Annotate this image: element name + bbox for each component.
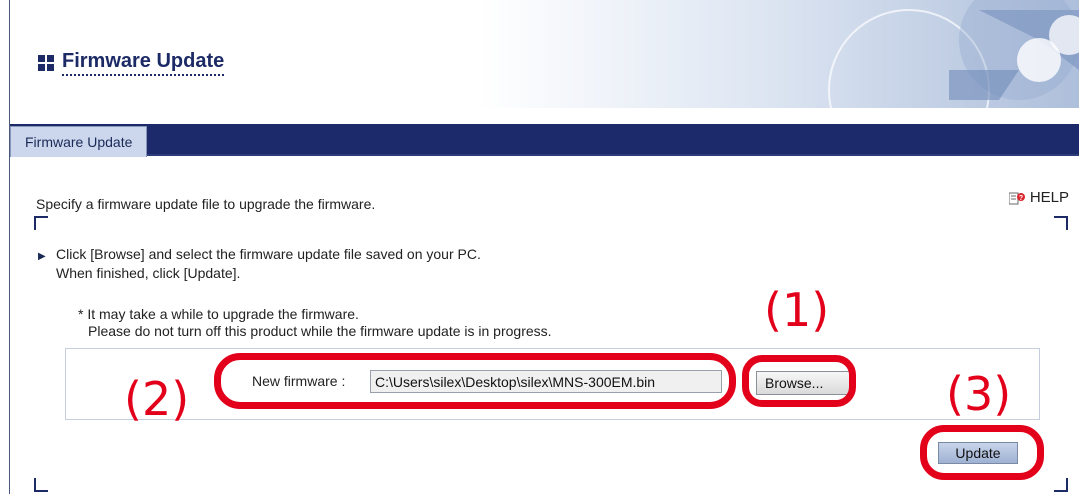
panel-corner — [1054, 216, 1068, 230]
panel-corner — [1054, 478, 1068, 492]
help-link[interactable]: ? HELP — [1008, 189, 1069, 206]
page-header: Firmware Update — [10, 0, 1079, 108]
header-decoration-icon — [479, 0, 1079, 108]
callout-ring-file — [214, 353, 736, 409]
panel-corner — [34, 478, 48, 492]
callout-label-2: (2) — [124, 372, 190, 426]
tab-underline — [10, 154, 1079, 156]
callout-label-1: (1) — [764, 283, 830, 337]
intro-text: Specify a firmware update file to upgrad… — [36, 196, 376, 212]
help-book-icon: ? — [1008, 192, 1025, 204]
tab-bar — [10, 124, 1079, 154]
panel-corner — [34, 216, 48, 230]
page-title: Firmware Update — [62, 50, 225, 76]
note: * It may take a while to upgrade the fir… — [78, 306, 552, 340]
callout-ring-update — [920, 425, 1044, 480]
callout-ring-browse — [742, 355, 856, 407]
help-label: HELP — [1029, 189, 1069, 206]
instructions: ▶ Click [Browse] and select the firmware … — [38, 246, 481, 282]
note-line-1: * It may take a while to upgrade the fir… — [78, 306, 359, 322]
grid-icon — [38, 55, 54, 71]
instruction-line-2: When finished, click [Update]. — [56, 265, 241, 281]
instruction-line-1: Click [Browse] and select the firmware u… — [56, 246, 481, 262]
triangle-right-icon: ▶ — [38, 251, 46, 262]
callout-label-3: (3) — [946, 367, 1012, 421]
note-line-2: Please do not turn off this product whil… — [88, 323, 552, 339]
svg-text:?: ? — [1019, 195, 1023, 202]
tab-firmware-update[interactable]: Firmware Update — [10, 126, 148, 157]
